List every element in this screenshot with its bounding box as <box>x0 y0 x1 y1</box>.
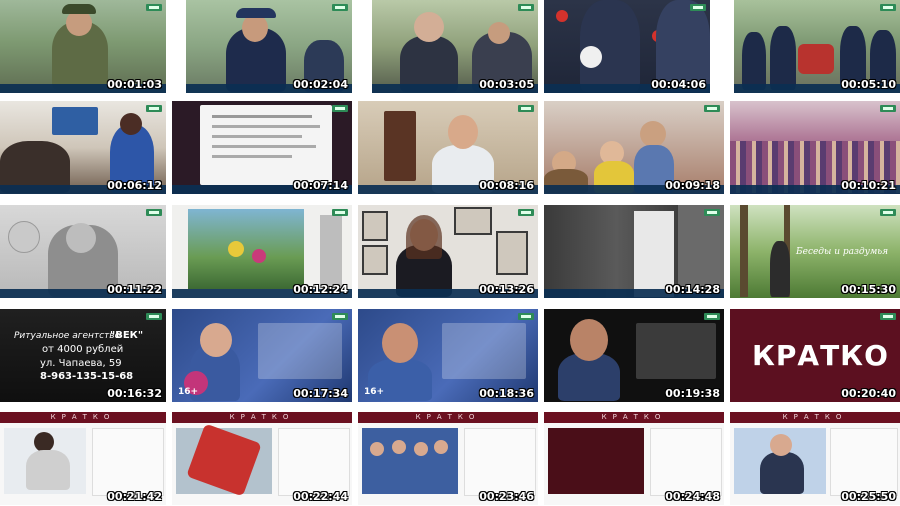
video-thumbnail-grid: 00:01:03 00:02:04 00:03:05 00:04:06 00:0… <box>0 0 900 506</box>
timestamp: 00:25:50 <box>841 490 896 503</box>
video-thumbnail[interactable]: 00:04:06 <box>544 0 710 93</box>
timestamp: 00:05:10 <box>841 78 896 91</box>
timestamp: 00:01:03 <box>107 78 162 91</box>
video-thumbnail[interactable]: 00:10:21 <box>730 101 900 194</box>
kratko-banner: КРАТКО <box>172 412 352 423</box>
video-thumbnail[interactable]: 00:11:22 <box>0 205 166 298</box>
timestamp: 00:21:42 <box>107 490 162 503</box>
timestamp: 00:19:38 <box>665 387 720 400</box>
video-thumbnail[interactable]: КРАТКО 00:21:42 <box>0 412 166 505</box>
age-rating: 16+ <box>364 387 385 397</box>
timestamp: 00:13:26 <box>479 283 534 296</box>
kratko-banner: КРАТКО <box>730 412 900 423</box>
ad-agency-name: "ВЕК" <box>110 330 144 341</box>
video-thumbnail[interactable]: 00:02:04 <box>186 0 352 93</box>
video-thumbnail[interactable]: 00:08:16 <box>358 101 538 194</box>
timestamp: 00:20:40 <box>841 387 896 400</box>
kratko-banner: КРАТКО <box>358 412 538 423</box>
ad-line-1: Ритуальное агентство <box>14 331 121 341</box>
video-thumbnail[interactable]: 00:05:10 <box>734 0 900 93</box>
timestamp: 00:23:46 <box>479 490 534 503</box>
kratko-banner: КРАТКО <box>544 412 724 423</box>
kratko-banner: КРАТКО <box>0 412 166 423</box>
video-thumbnail[interactable]: КРАТКО 00:25:50 <box>730 412 900 505</box>
video-thumbnail[interactable]: КРАТКО 00:24:48 <box>544 412 724 505</box>
timestamp: 00:17:34 <box>293 387 348 400</box>
kratko-title: КРАТКО <box>752 339 889 372</box>
timestamp: 00:02:04 <box>293 78 348 91</box>
video-thumbnail[interactable]: 00:19:38 <box>544 309 724 402</box>
timestamp: 00:09:18 <box>665 179 720 192</box>
timestamp: 00:12:24 <box>293 283 348 296</box>
timestamp: 00:18:36 <box>479 387 534 400</box>
timestamp: 00:24:48 <box>665 490 720 503</box>
timestamp: 00:07:14 <box>293 179 348 192</box>
video-thumbnail[interactable]: 00:12:24 <box>172 205 352 298</box>
timestamp: 00:15:30 <box>841 283 896 296</box>
timestamp: 00:08:16 <box>479 179 534 192</box>
timestamp: 00:22:44 <box>293 490 348 503</box>
video-thumbnail[interactable]: 00:06:12 <box>0 101 166 194</box>
timestamp: 00:03:05 <box>479 78 534 91</box>
video-thumbnail[interactable]: 00:09:18 <box>544 101 724 194</box>
video-thumbnail[interactable]: Ритуальное агентство "ВЕК" от 4000 рубле… <box>0 309 166 402</box>
ad-price: от 4000 рублей <box>42 344 124 355</box>
video-thumbnail[interactable]: 00:03:05 <box>372 0 538 93</box>
video-thumbnail[interactable]: Беседы и раздумья 00:15:30 <box>730 205 900 298</box>
timestamp: 00:16:32 <box>107 387 162 400</box>
video-thumbnail[interactable]: КРАТКО 00:20:40 <box>730 309 900 402</box>
video-thumbnail[interactable]: 00:14:28 <box>544 205 724 298</box>
timestamp: 00:10:21 <box>841 179 896 192</box>
timestamp: 00:04:06 <box>651 78 706 91</box>
timestamp: 00:06:12 <box>107 179 162 192</box>
timestamp: 00:11:22 <box>107 283 162 296</box>
video-thumbnail[interactable]: КРАТКО 00:23:46 <box>358 412 538 505</box>
video-thumbnail[interactable]: 16+ 00:17:34 <box>172 309 352 402</box>
ad-phone: 8-963-135-15-68 <box>40 371 134 382</box>
video-thumbnail[interactable]: 16+ 00:18:36 <box>358 309 538 402</box>
video-thumbnail[interactable]: КРАТКО 00:22:44 <box>172 412 352 505</box>
ad-street: ул. Чапаева, 59 <box>40 358 122 369</box>
poem-caption: Беседы и раздумья <box>796 247 889 257</box>
age-rating: 16+ <box>178 387 199 397</box>
video-thumbnail[interactable]: 00:13:26 <box>358 205 538 298</box>
timestamp: 00:14:28 <box>665 283 720 296</box>
video-thumbnail[interactable]: 00:07:14 <box>172 101 352 194</box>
video-thumbnail[interactable]: 00:01:03 <box>0 0 166 93</box>
